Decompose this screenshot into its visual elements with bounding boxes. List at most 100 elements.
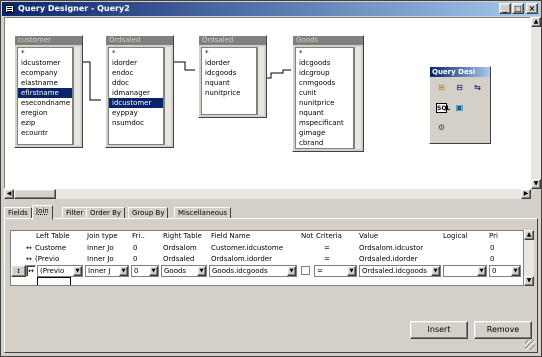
field-list-item[interactable]: nquant — [202, 78, 256, 88]
table-title[interactable]: Goods — [293, 36, 363, 45]
field-list-item[interactable]: cbrand — [296, 138, 353, 148]
logical-combo[interactable]: ▼ — [443, 265, 487, 277]
field-list-item[interactable]: nunitprice — [296, 98, 353, 108]
design-horizontal-scrollbar[interactable]: ◀ ▶ — [4, 189, 531, 199]
value-combo[interactable]: Ordsaled.idcgoods ▼ — [359, 265, 441, 277]
field-list-item[interactable]: * — [202, 48, 256, 58]
table-title[interactable]: customer — [15, 36, 82, 45]
field-name-combo[interactable]: Goods.idcgoods ▼ — [209, 265, 297, 277]
field-list-item[interactable]: ezip — [18, 118, 72, 128]
table-row-join[interactable]: Inner Jo — [87, 254, 129, 265]
field-list-item[interactable]: gimage — [296, 128, 353, 138]
table-row-right[interactable]: Ordsalom — [163, 243, 209, 254]
field-list[interactable]: * idcgoods idcgroup cnmgoods cunit nunitprice… — [295, 47, 354, 149]
field-list-item[interactable]: nquant — [296, 108, 353, 118]
table-row-fri[interactable]: 0 — [133, 254, 137, 265]
row-selector-icon[interactable]: ↕ — [11, 265, 26, 277]
criteria-combo[interactable]: = ▼ — [314, 265, 357, 277]
table-title[interactable]: Ordsaled — [106, 36, 173, 45]
right-table-combo[interactable]: Goods ▼ — [161, 265, 207, 277]
table-row-left[interactable]: (Previo — [35, 254, 83, 265]
table-window-ordsaled[interactable]: Ordsaled * idorder idcgoods nquant nunitpric… — [198, 35, 267, 118]
scroll-up-button[interactable]: ▲ — [531, 17, 541, 27]
field-list[interactable]: * idcustomer ecompany elastname efirstname es… — [17, 47, 73, 145]
field-list-item[interactable]: idcgoods — [202, 68, 256, 78]
pri-spinner[interactable]: 0 ▼ — [489, 265, 521, 277]
fri-spinner[interactable]: 0 ▼ — [131, 265, 159, 277]
chevron-down-icon[interactable]: ▼ — [287, 266, 296, 276]
field-list-item[interactable]: idcustomer — [18, 58, 72, 68]
field-list-item[interactable]: ddoc — [109, 78, 163, 88]
field-list-item[interactable]: efirstname — [18, 88, 72, 98]
table-row-join[interactable]: Inner Jo — [87, 243, 129, 254]
scroll-up-button[interactable]: ▲ — [524, 230, 534, 240]
field-list-item[interactable]: * — [109, 48, 163, 58]
field-list-scrollbar[interactable] — [354, 47, 361, 149]
chevron-down-icon[interactable]: ▼ — [477, 266, 486, 276]
field-list-scrollbar[interactable] — [164, 47, 171, 145]
close-button[interactable]: × — [526, 3, 538, 14]
remove-button[interactable]: Remove — [474, 321, 532, 339]
table-row-left[interactable]: Custome — [35, 243, 83, 254]
field-list-item[interactable]: cnmgoods — [296, 78, 353, 88]
field-list[interactable]: * idorder endoc ddoc idmanager idcustomer eypp… — [108, 47, 164, 145]
table-row-value[interactable]: Ordsalom.idcustor — [359, 243, 439, 254]
properties-icon[interactable]: ⚙ — [436, 123, 447, 133]
resize-grip[interactable] — [525, 340, 535, 350]
dropdown-popup[interactable] — [37, 277, 71, 285]
chevron-down-icon[interactable]: ▼ — [149, 266, 158, 276]
toolbox-title[interactable]: Query Desi — [430, 67, 490, 77]
remove-table-icon[interactable]: ⊟ — [454, 83, 465, 93]
field-list-item[interactable]: idmanager — [109, 88, 163, 98]
table-row-pri[interactable]: 0 — [490, 243, 494, 254]
design-vertical-scrollbar[interactable]: ▲ ▼ — [531, 17, 541, 189]
field-list-item[interactable]: elastname — [18, 78, 72, 88]
run-query-icon[interactable]: ▣ — [454, 103, 465, 113]
table-row-criteria[interactable]: = — [324, 254, 330, 265]
table-row-criteria[interactable]: = — [324, 243, 330, 254]
minimize-button[interactable]: _ — [499, 3, 511, 14]
table-row-right[interactable]: Ordsaled — [163, 254, 209, 265]
field-list-scrollbar[interactable] — [73, 47, 80, 145]
grid-vertical-scrollbar[interactable]: ▲ ▼ — [524, 230, 534, 286]
field-list-item[interactable]: nsumdoc — [109, 118, 163, 128]
add-table-icon[interactable]: ⊞ — [436, 83, 447, 93]
table-row-field[interactable]: Ordsalom.idorder — [211, 254, 299, 265]
table-row-fri[interactable]: 0 — [133, 243, 137, 254]
join-icon[interactable]: ⇆ — [472, 83, 483, 93]
chevron-down-icon[interactable]: ▼ — [197, 266, 206, 276]
scroll-right-button[interactable]: ▶ — [521, 189, 531, 199]
field-list-item[interactable]: idcgroup — [296, 68, 353, 78]
left-table-combo[interactable]: (Previo ▼ — [37, 265, 83, 277]
scroll-down-button[interactable]: ▼ — [531, 179, 541, 189]
query-designer-toolbox[interactable]: Query Desi ⊞ ⊟ ⇆ SQL ▣ ⚙ — [429, 66, 491, 144]
field-list-item[interactable]: idorder — [202, 58, 256, 68]
scroll-left-button[interactable]: ◀ — [4, 189, 14, 199]
scroll-thumb[interactable] — [14, 189, 56, 199]
field-list-item[interactable]: eyppay — [109, 108, 163, 118]
field-list-item[interactable]: eregion — [18, 108, 72, 118]
join-grid[interactable]: Left Table Join type Fri.. Right Table F… — [10, 230, 524, 286]
table-row-pri[interactable]: 0 — [490, 254, 494, 265]
chevron-down-icon[interactable]: ▼ — [347, 266, 356, 276]
tab-join[interactable]: Join — [32, 205, 53, 220]
sql-icon[interactable]: SQL — [436, 103, 450, 113]
table-row-field[interactable]: Customer.idcustome — [211, 243, 299, 254]
field-list[interactable]: * idorder idcgoods nquant nunitprice — [201, 47, 257, 115]
field-list-item[interactable]: ecompany — [18, 68, 72, 78]
chevron-down-icon[interactable]: ▼ — [431, 266, 440, 276]
field-list-item[interactable]: ecountr — [18, 128, 72, 138]
scroll-down-button[interactable]: ▼ — [524, 276, 534, 286]
field-list-item[interactable]: idcgoods — [296, 58, 353, 68]
table-window-ordsalom[interactable]: Ordsaled * idorder endoc ddoc idmanager idcus… — [105, 35, 174, 148]
field-list-item[interactable]: * — [296, 48, 353, 58]
table-window-customer[interactable]: customer * idcustomer ecompany elastname efi… — [14, 35, 83, 148]
field-list-item[interactable]: idorder — [109, 58, 163, 68]
field-list-item[interactable]: cunit — [296, 88, 353, 98]
table-row-value[interactable]: Ordsaled.idorder — [359, 254, 439, 265]
not-checkbox[interactable] — [301, 266, 310, 275]
field-list-item[interactable]: mspecificant — [296, 118, 353, 128]
join-type-combo[interactable]: Inner J ▼ — [85, 265, 129, 277]
field-list-item[interactable]: endoc — [109, 68, 163, 78]
field-list-item[interactable]: nunitprice — [202, 88, 256, 98]
